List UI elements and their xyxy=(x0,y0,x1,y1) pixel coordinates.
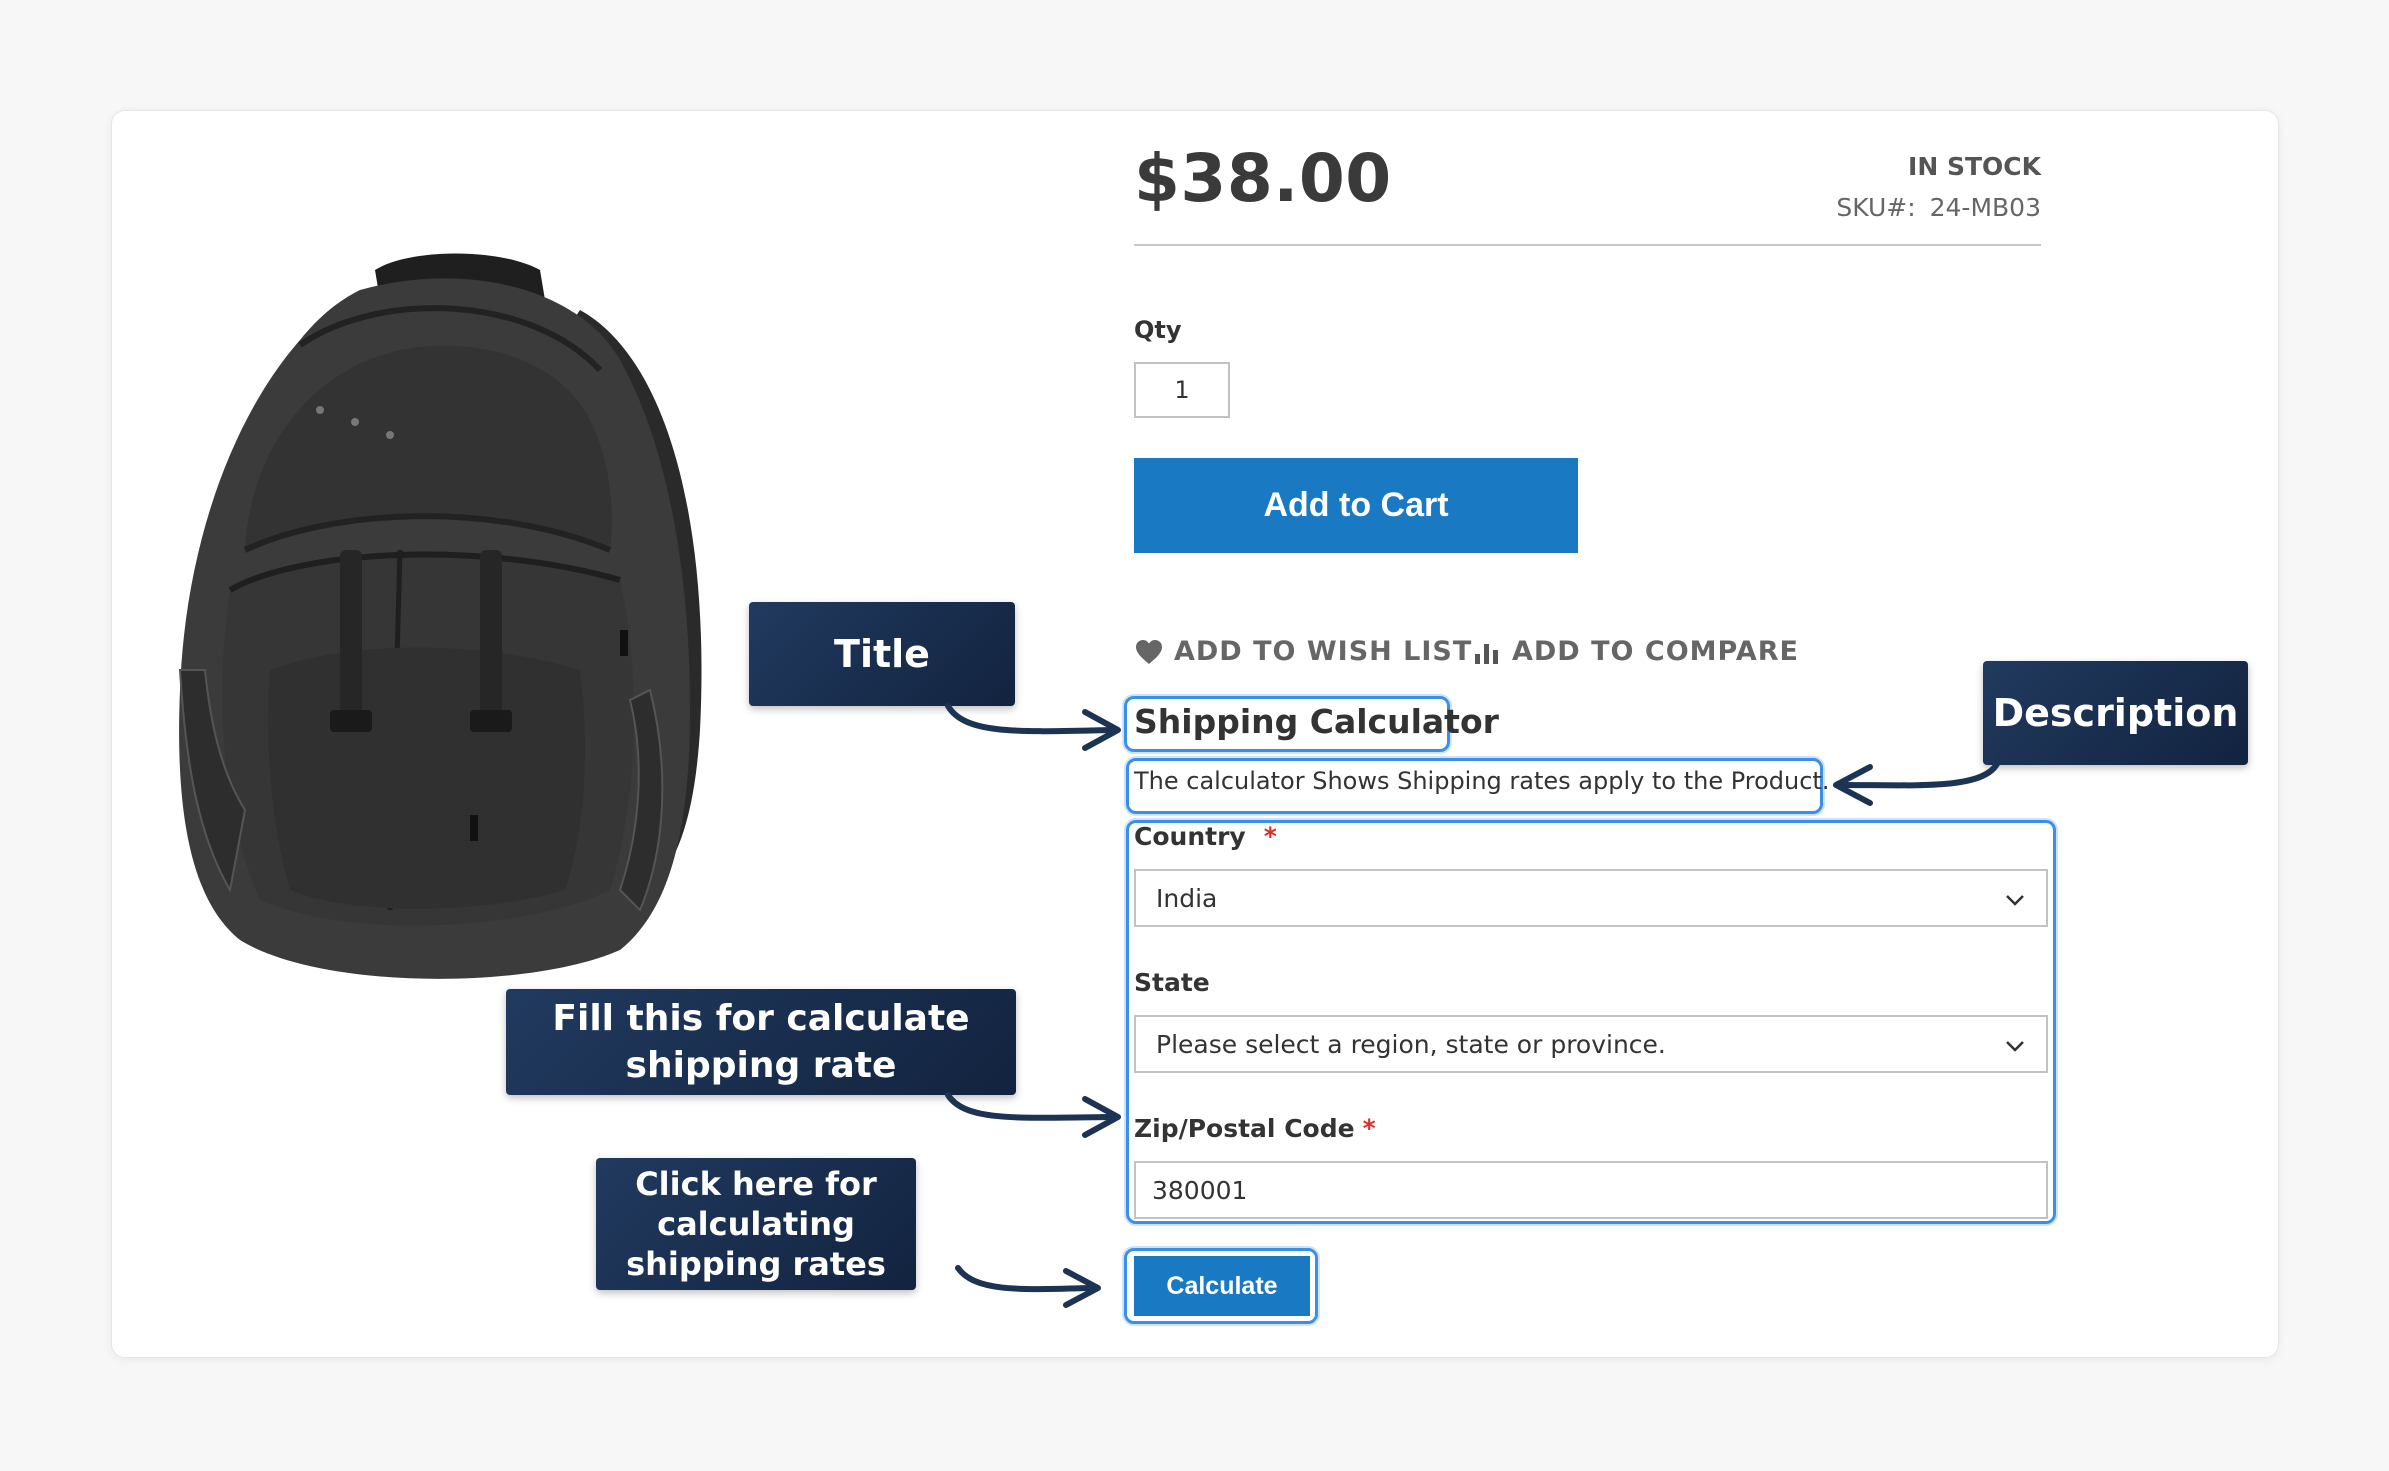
click-callout-line2: calculating xyxy=(657,1205,855,1243)
bar-chart-icon xyxy=(1475,643,1498,664)
state-select[interactable]: Please select a region, state or provinc… xyxy=(1134,1015,2048,1073)
sku-label: SKU#: xyxy=(1836,193,1916,222)
country-select[interactable]: India xyxy=(1134,869,2048,927)
description-callout: Description xyxy=(1983,661,2248,765)
chevron-down-icon xyxy=(2006,1041,2024,1052)
product-image xyxy=(178,253,702,979)
add-to-wish-list-link[interactable]: ADD TO WISH LIST xyxy=(1134,636,1472,667)
qty-input[interactable]: 1 xyxy=(1134,362,1230,418)
required-mark: * xyxy=(1362,1114,1376,1143)
click-callout-line3: shipping rates xyxy=(626,1245,886,1283)
title-callout: Title xyxy=(749,602,1015,706)
zip-label: Zip/Postal Code * xyxy=(1134,1114,1376,1143)
calculate-button[interactable]: Calculate xyxy=(1134,1256,1310,1316)
state-value: Please select a region, state or provinc… xyxy=(1156,1029,1666,1059)
country-label: Country * xyxy=(1134,822,1277,851)
click-callout-line1: Click here for xyxy=(635,1165,877,1203)
zip-input[interactable]: 380001 xyxy=(1134,1161,2048,1219)
fill-form-callout: Fill this for calculate shipping rate xyxy=(506,989,1016,1095)
description-callout-text: Description xyxy=(1992,691,2239,735)
click-calculate-callout: Click here for calculating shipping rate… xyxy=(596,1158,916,1290)
shipping-calculator-description: The calculator Shows Shipping rates appl… xyxy=(1134,767,1830,795)
compare-label: ADD TO COMPARE xyxy=(1512,636,1799,667)
state-label: State xyxy=(1134,968,1210,997)
add-to-cart-button[interactable]: Add to Cart xyxy=(1134,458,1578,553)
add-to-compare-link[interactable]: ADD TO COMPARE xyxy=(1472,636,1799,667)
zip-label-text: Zip/Postal Code xyxy=(1134,1114,1355,1143)
sku-value: 24-MB03 xyxy=(1929,193,2041,222)
required-mark: * xyxy=(1263,822,1277,851)
shipping-calculator-title: Shipping Calculator xyxy=(1134,702,1499,741)
wish-list-label: ADD TO WISH LIST xyxy=(1174,636,1473,667)
product-sku: SKU#: 24-MB03 xyxy=(1836,193,2041,222)
country-value: India xyxy=(1156,883,1218,913)
country-label-text: Country xyxy=(1134,822,1246,851)
fill-callout-line2: shipping rate xyxy=(625,1045,897,1086)
title-callout-text: Title xyxy=(834,632,930,676)
stock-status: IN STOCK xyxy=(1908,152,2041,181)
price-divider xyxy=(1134,244,2041,246)
chevron-down-icon xyxy=(2006,895,2024,906)
heart-icon xyxy=(1136,639,1162,664)
product-price: $38.00 xyxy=(1134,140,1392,217)
qty-label: Qty xyxy=(1134,316,1182,344)
fill-callout-line1: Fill this for calculate xyxy=(552,998,970,1039)
